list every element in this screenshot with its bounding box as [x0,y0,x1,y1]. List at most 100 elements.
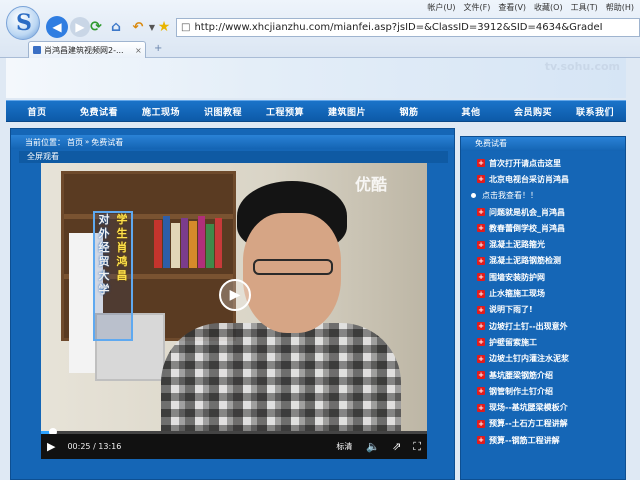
nav-rebar[interactable]: 钢筋 [378,105,440,118]
sidebar-item[interactable]: + 问题就是机会_肖鸿昌 [477,204,625,220]
sidebar-item[interactable]: 点击我查看！！ [471,188,625,204]
nav-free-trial[interactable]: 免费试看 [68,105,130,118]
breadcrumb-home[interactable]: 首页 [67,137,83,148]
fullscreen-icon[interactable]: ⛶ [407,440,427,454]
sidebar-item[interactable]: + 混凝土泥路箍光 [477,236,625,252]
plus-icon: + [477,419,485,428]
sidebar-item-label[interactable]: 基坑腰梁钢筋介绍 [489,370,553,381]
nav-architecture-images[interactable]: 建筑图片 [316,105,378,118]
sidebar-item-label[interactable]: 说明下雨了! [489,304,533,315]
plus-icon: + [477,224,485,233]
menu-account[interactable]: 帐户(U) [427,2,455,13]
play-overlay-icon[interactable]: ▶ [219,279,251,311]
tab-close-icon[interactable]: × [135,46,142,55]
sidebar-item[interactable]: + 北京电视台采访肖鸿昌 [477,171,625,187]
bullet-icon [471,193,476,199]
home-icon[interactable]: ⌂ [106,17,126,37]
sidebar-item-label[interactable]: 点击我查看！！ [482,190,538,201]
tab-bar: 肖鸿昌建筑视频网2-... × + [0,40,640,58]
address-bar[interactable]: □ http://www.xhcjianzhu.com/mianfei.asp?… [176,18,640,37]
sidebar-item-label[interactable]: 首次打开请点击这里 [489,158,561,169]
plus-icon: + [477,371,485,379]
youku-watermark: 优酷 [354,175,387,194]
sidebar-item[interactable]: + 首次打开请点击这里 [477,155,625,171]
nav-budget[interactable]: 工程预算 [254,105,316,118]
nav-blueprint-tutorial[interactable]: 识图教程 [192,105,254,118]
address-url[interactable]: http://www.xhcjianzhu.com/mianfei.asp?js… [194,22,602,33]
sidebar-item-label[interactable]: 止水箍施工现场 [489,288,545,299]
sidebar-item[interactable]: + 预算--土石方工程讲解 [477,416,625,432]
plus-icon: + [477,436,485,445]
sidebar-item[interactable]: + 钢管制作土钉介绍 [477,383,625,399]
nav-construction-site[interactable]: 施工现场 [130,105,192,118]
nav-other[interactable]: 其他 [440,105,502,118]
plus-icon: + [477,354,485,363]
fullscreen-link[interactable]: 全屏观看 [19,151,448,163]
menu-view[interactable]: 查看(V) [498,2,526,13]
favorites-star-icon[interactable]: ★ [154,17,174,37]
browser-logo: S [6,6,40,40]
share-icon[interactable]: ⇗ [386,440,407,453]
plus-icon: + [477,338,485,347]
page-icon: □ [181,22,191,33]
sidebar-item[interactable]: + 护壁留索施工 [477,334,625,350]
video-frame[interactable]: 对 外 经 贸 大 学 学 生 肖 鸿 昌 优酷 ▶ [41,163,427,431]
sidebar-item-label[interactable]: 问题就是机会_肖鸿昌 [489,207,565,218]
menu-favorites[interactable]: 收藏(O) [534,2,563,13]
volume-icon[interactable]: 🔈 [360,440,386,453]
tab-active[interactable]: 肖鸿昌建筑视频网2-... × [28,41,146,58]
free-trial-sidebar: 免费试看 + 首次打开请点击这里 + 北京电视台采访肖鸿昌 点击我查看！！ + 问题就是机会… [460,136,626,480]
sidebar-item-label[interactable]: 边坡打土钉--出现意外 [489,321,568,332]
breadcrumb-separator: » [85,138,90,146]
sidebar-item-label[interactable]: 预算--土石方工程讲解 [489,418,568,429]
plus-icon: + [477,256,485,265]
sidebar-item-label[interactable]: 混凝土泥路钢筋检测 [489,255,561,266]
sidebar-item-label[interactable]: 现场--基坑腰梁模板介 [489,402,568,413]
new-tab-button[interactable]: + [154,43,162,54]
plus-icon: + [477,159,485,168]
tab-title: 肖鸿昌建筑视频网2-... [44,45,124,55]
sidebar-list: + 首次打开请点击这里 + 北京电视台采访肖鸿昌 点击我查看！！ + 问题就是机会_肖鸿昌 +… [461,151,625,448]
sidebar-item-label[interactable]: 预算--钢筋工程讲解 [489,435,560,446]
sidebar-item-label[interactable]: 护壁留索施工 [489,337,537,348]
sidebar-item[interactable]: + 现场--基坑腰梁模板介 [477,399,625,415]
menu-file[interactable]: 文件(F) [463,2,490,13]
sidebar-item[interactable]: + 教春蕾倒学校_肖鸿昌 [477,220,625,236]
breadcrumb-prefix: 当前位置： [25,137,65,147]
plus-icon: + [477,387,485,396]
menu-tools[interactable]: 工具(T) [571,2,598,13]
sidebar-item[interactable]: + 基坑腰梁钢筋介绍 [477,367,625,383]
sidebar-item-label[interactable]: 北京电视台采访肖鸿昌 [489,174,569,185]
back-button[interactable]: ◀ [46,16,68,38]
sidebar-item[interactable]: + 说明下雨了! [477,302,625,318]
sidebar-item-label[interactable]: 围墙安装防护网 [489,272,545,283]
sidebar-item[interactable]: + 止水箍施工现场 [477,285,625,301]
sidebar-item-label[interactable]: 混凝土泥路箍光 [489,239,545,250]
play-icon[interactable]: ▶ [41,440,61,453]
web-page: tv.sohu.com 首页 免费试看 施工现场 识图教程 工程预算 建筑图片 … [0,58,640,480]
sidebar-item[interactable]: + 预算--钢筋工程讲解 [477,432,625,448]
refresh-icon[interactable]: ⟳ [86,17,106,37]
nav-home[interactable]: 首页 [6,105,68,118]
plus-icon: + [477,273,485,282]
video-player[interactable]: 对 外 经 贸 大 学 学 生 肖 鸿 昌 优酷 ▶ ▶ 00:25 / 13:… [41,163,427,459]
sidebar-item-label[interactable]: 钢管制作土钉介绍 [489,386,553,397]
sidebar-item-label[interactable]: 边坡土钉内灌注水泥浆 [489,353,569,364]
menu-bar: 帐户(U) 文件(F) 查看(V) 收藏(O) 工具(T) 帮助(H) [427,2,634,13]
sidebar-item-label[interactable]: 教春蕾倒学校_肖鸿昌 [489,223,565,234]
plus-icon: + [477,208,485,217]
browser-chrome: S ◀ ▶ ⟳ ⌂ ↶ ▼ ★ 帐户(U) 文件(F) 查看(V) 收藏(O) … [0,0,640,58]
browser-logo-glyph: S [16,10,32,36]
sidebar-item[interactable]: + 边坡打土钉--出现意外 [477,318,625,334]
main-nav: 首页 免费试看 施工现场 识图教程 工程预算 建筑图片 钢筋 其他 会员购买 联… [6,100,626,122]
plus-icon: + [477,305,485,314]
sidebar-item[interactable]: + 混凝土泥路钢筋检测 [477,253,625,269]
time-display: 00:25 / 13:16 [67,442,122,451]
site-favicon-icon [33,46,41,54]
sidebar-item[interactable]: + 围墙安装防护网 [477,269,625,285]
nav-contact[interactable]: 联系我们 [564,105,626,118]
nav-membership[interactable]: 会员购买 [502,105,564,118]
menu-help[interactable]: 帮助(H) [606,2,634,13]
sidebar-item[interactable]: + 边坡土钉内灌注水泥浆 [477,351,625,367]
quality-button[interactable]: 标清 [328,441,360,452]
